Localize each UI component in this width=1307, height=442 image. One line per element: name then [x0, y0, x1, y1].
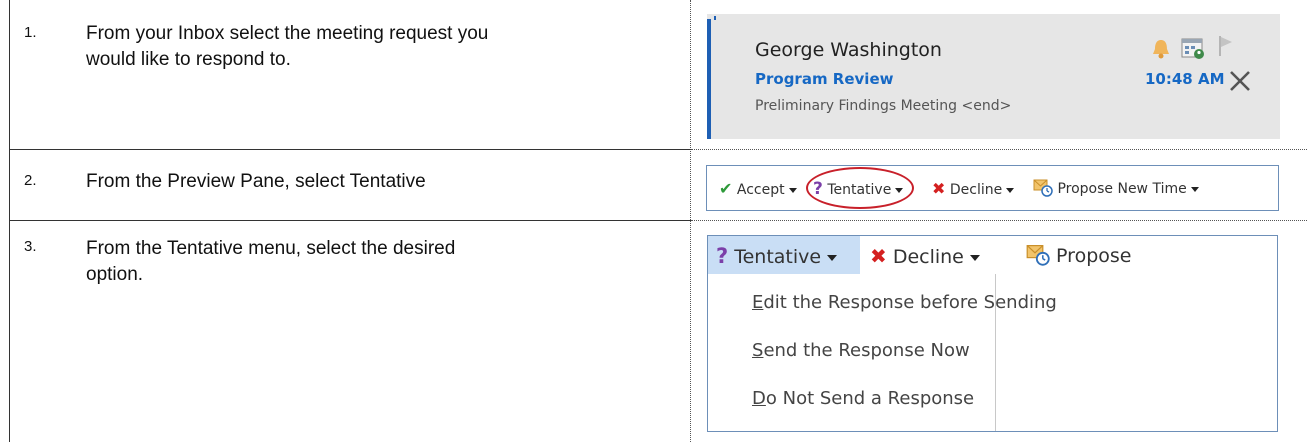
tentative-menu-label-wrap: ? Tentative	[716, 244, 838, 268]
x-icon: ✖	[932, 179, 946, 198]
accept-label: Accept	[736, 182, 785, 198]
email-preview: Preliminary Findings Meeting <end>	[755, 98, 1012, 114]
propose-time-icon	[1026, 242, 1050, 271]
instruction-line: From your Inbox select the meeting reque…	[86, 23, 489, 44]
propose-label: Propose	[1056, 245, 1132, 267]
accelerator-key: E	[752, 292, 764, 313]
chevron-down-icon	[1190, 186, 1199, 192]
row-divider-1	[9, 149, 691, 150]
chevron-down-icon	[827, 254, 838, 261]
tentative-label: Tentative	[734, 246, 822, 268]
accent-mark	[714, 16, 716, 20]
accelerator-key: D	[752, 388, 766, 409]
received-time: 10:48 AM	[1145, 70, 1225, 88]
x-icon: ✖	[870, 244, 887, 268]
menu-item-do-not-send[interactable]: Do Not Send a Response	[752, 388, 974, 409]
step-instruction: From your Inbox select the meeting reque…	[86, 21, 488, 73]
table-left-border	[9, 0, 10, 442]
table-column-divider	[690, 0, 691, 442]
decline-button[interactable]: ✖ Decline	[932, 179, 1015, 198]
menu-item-label: dit the Response before Sending	[763, 292, 1057, 313]
menu-item-label: o Not Send a Response	[765, 388, 975, 409]
row-divider-1-right	[691, 149, 1307, 150]
tentative-button-active[interactable]: ? Tentative	[708, 236, 860, 274]
propose-new-time-button[interactable]: Propose New Time	[1033, 177, 1199, 201]
accelerator-key: S	[752, 340, 764, 361]
response-toolbar: ✔ Accept ? Tentative ✖ Decline Propose N…	[706, 165, 1279, 211]
instruction-line: From the Tentative menu, select the desi…	[86, 238, 456, 259]
decline-label: Decline	[892, 246, 964, 268]
chevron-down-icon	[788, 187, 797, 193]
instruction-line: option.	[86, 264, 144, 285]
chevron-down-icon	[969, 254, 980, 261]
meeting-request-item[interactable]: George Washington Program Review Prelimi…	[707, 14, 1280, 139]
decline-button[interactable]: ✖ Decline	[870, 244, 980, 268]
highlight-circle	[806, 167, 914, 209]
menu-item-edit-response[interactable]: Edit the Response before Sending	[752, 292, 1057, 313]
step-number: 1.	[24, 24, 37, 41]
bell-icon	[1150, 38, 1172, 64]
menu-item-label: end the Response Now	[763, 340, 970, 361]
tentative-menu: ? Tentative ✖ Decline Propose Edit the R…	[707, 235, 1278, 432]
chevron-down-icon	[1006, 187, 1015, 193]
step-instruction: From the Preview Pane, select Tentative	[86, 169, 426, 195]
propose-label: Propose New Time	[1057, 181, 1187, 197]
flag-icon[interactable]	[1217, 34, 1235, 62]
step-instruction: From the Tentative menu, select the desi…	[86, 236, 455, 288]
propose-button[interactable]: Propose	[1026, 242, 1131, 271]
step-number: 3.	[24, 238, 37, 255]
checkmark-icon: ✔	[719, 179, 733, 198]
calendar-icon	[1181, 36, 1205, 64]
selection-accent-bar	[707, 19, 711, 139]
propose-time-icon	[1033, 177, 1053, 201]
email-subject: Program Review	[755, 70, 894, 88]
accept-button[interactable]: ✔ Accept	[719, 179, 797, 198]
menu-toolbar: ? Tentative ✖ Decline Propose	[708, 236, 1277, 274]
sender-name: George Washington	[755, 39, 942, 61]
row-divider-2-right	[691, 220, 1307, 221]
tentative-dropdown: Edit the Response before Sending Send th…	[708, 274, 1057, 431]
instruction-line: would like to respond to.	[86, 49, 291, 70]
question-icon: ?	[716, 244, 729, 268]
menu-item-send-now[interactable]: Send the Response Now	[752, 340, 970, 361]
instruction-line: From the Preview Pane, select Tentative	[86, 171, 426, 192]
step-number: 2.	[24, 172, 37, 189]
decline-label: Decline	[949, 182, 1003, 198]
row-divider-2	[9, 220, 691, 221]
close-icon[interactable]	[1227, 68, 1253, 98]
